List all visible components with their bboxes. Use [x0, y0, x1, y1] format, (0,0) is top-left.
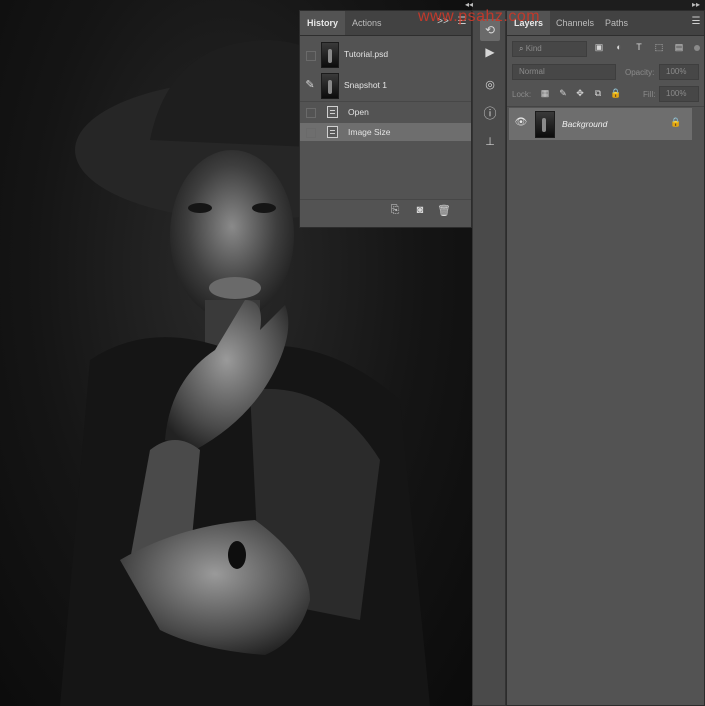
layers-panel: Layers Channels Paths ☰ ⌕ Kind ▣ ◐ T ⬚ ▤… [506, 10, 705, 706]
snapshot-thumbnail [321, 73, 339, 99]
lock-position-icon[interactable]: ✥ [574, 88, 586, 99]
history-snapshot-tutorial[interactable]: Tutorial.psd [300, 39, 471, 69]
layer-filter-select[interactable]: ⌕ Kind [512, 41, 587, 57]
history-source-checkbox[interactable] [306, 108, 316, 118]
history-brush-source-icon[interactable]: ✎ [303, 78, 317, 91]
layer-name[interactable]: Background [562, 119, 607, 129]
lock-all-icon[interactable]: 🔒 [610, 88, 622, 99]
trash-icon[interactable]: 🗑 [437, 204, 451, 217]
history-state-open[interactable]: Open [300, 103, 471, 121]
divider [300, 199, 471, 200]
smart-object-filter-icon[interactable]: ▤ [673, 42, 685, 53]
divider [300, 101, 471, 102]
state-label: Open [348, 107, 369, 117]
lock-image-pixels-icon[interactable]: ✎ [557, 88, 569, 99]
document-state-icon [327, 106, 338, 118]
history-source-checkbox[interactable] [306, 128, 316, 138]
type-filter-icon[interactable]: T [633, 42, 645, 52]
filter-kind-label: Kind [525, 44, 542, 53]
watermark: www.psahz.com [418, 8, 541, 25]
layer-row-background[interactable]: 👁 Background 🔒 [509, 108, 692, 140]
shape-filter-icon[interactable]: ⬚ [653, 42, 665, 53]
lock-label: Lock: [512, 90, 532, 99]
layer-thumbnail [535, 111, 555, 138]
panel-menu-icon[interactable]: ☰ [691, 17, 701, 27]
opacity-input[interactable]: 100% [659, 64, 699, 80]
layer-lock-icon: 🔒 [670, 117, 682, 127]
fill-label: Fill: [643, 90, 656, 99]
filter-toggle-icon[interactable] [694, 45, 700, 51]
snapshot-label: Tutorial.psd [344, 49, 389, 59]
play-icon[interactable]: ▶ [480, 45, 500, 59]
adjustments-icon[interactable]: ◎ [480, 78, 500, 91]
opacity-label: Opacity: [625, 68, 655, 77]
tab-paths[interactable]: Paths [598, 11, 635, 35]
collapse-arrows-icon[interactable]: ▸▸ [690, 0, 702, 9]
pixel-filter-icon[interactable]: ▣ [593, 42, 605, 53]
snapshot-thumbnail [321, 42, 339, 68]
state-label: Image Size [348, 127, 391, 137]
panel-icon-strip: ⟲ ▶ ◎ ⓘ ⊥ [472, 10, 506, 706]
history-panel: History Actions >> ☰ Tutorial.psd ✎ Snap… [299, 10, 472, 228]
fill-input[interactable]: 100% [659, 86, 699, 102]
new-document-from-state-icon[interactable]: ⎘ [388, 204, 402, 217]
history-source-checkbox[interactable] [306, 51, 316, 61]
lock-transparent-pixels-icon[interactable]: ▦ [539, 88, 551, 99]
blend-mode-select[interactable]: Normal [512, 64, 616, 80]
clone-source-icon[interactable]: ⊥ [480, 135, 500, 148]
history-snapshot-1[interactable]: ✎ Snapshot 1 [300, 70, 471, 100]
search-icon: ⌕ [519, 44, 526, 53]
tab-channels[interactable]: Channels [549, 11, 601, 35]
camera-icon[interactable]: ◙ [413, 204, 427, 216]
info-icon[interactable]: ⓘ [480, 103, 500, 122]
lock-artboard-icon[interactable]: ⧉ [592, 88, 604, 99]
history-state-image-size[interactable]: Image Size [300, 123, 471, 141]
adjustment-filter-icon[interactable]: ◐ [613, 42, 625, 52]
tab-actions[interactable]: Actions [345, 11, 389, 35]
snapshot-label: Snapshot 1 [344, 80, 388, 90]
tab-history[interactable]: History [300, 11, 346, 35]
divider [507, 106, 704, 107]
document-state-icon [327, 126, 338, 138]
eye-visibility-icon[interactable]: 👁 [514, 117, 528, 128]
